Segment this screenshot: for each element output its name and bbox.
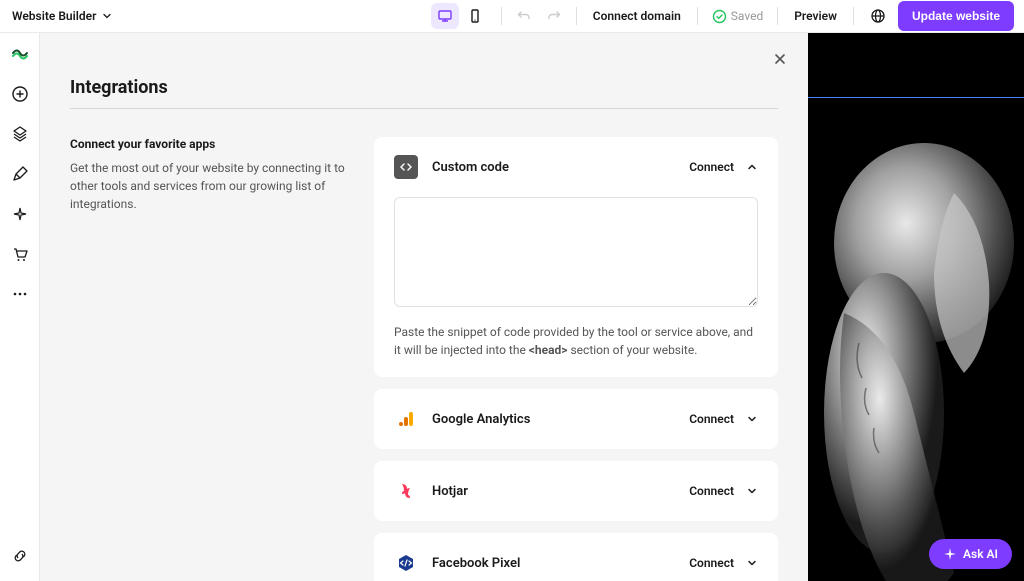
card-title: Google Analytics — [432, 412, 530, 427]
card-left: Custom code — [394, 155, 509, 179]
plus-circle-icon — [11, 85, 29, 103]
redo-button[interactable] — [542, 4, 566, 28]
code-hint: Paste the snippet of code provided by th… — [394, 323, 758, 359]
mobile-view-button[interactable] — [461, 3, 489, 29]
desktop-view-button[interactable] — [431, 3, 459, 29]
divider — [501, 7, 502, 25]
facebook-pixel-icon — [394, 551, 418, 575]
saved-label: Saved — [731, 9, 763, 23]
integrations-panel: Integrations Connect your favorite apps … — [40, 33, 808, 581]
hotjar-card: Hotjar Connect — [374, 461, 778, 521]
undo-button[interactable] — [512, 4, 536, 28]
sidebar-bottom — [0, 545, 39, 567]
redo-icon — [547, 9, 561, 23]
connect-label: Connect — [689, 484, 734, 498]
logo-icon[interactable] — [9, 43, 31, 65]
more-button[interactable] — [9, 283, 31, 305]
connect-label: Connect — [689, 556, 734, 570]
code-textarea[interactable] — [394, 197, 758, 307]
left-heading: Connect your favorite apps — [70, 137, 350, 151]
sidebar — [0, 33, 40, 581]
card-header[interactable]: Custom code Connect — [394, 155, 758, 179]
connect-domain-button[interactable]: Connect domain — [587, 9, 687, 23]
card-right: Connect — [689, 484, 758, 498]
card-right: Connect — [689, 412, 758, 426]
ask-ai-label: Ask AI — [963, 547, 998, 561]
card-header[interactable]: Google Analytics Connect — [394, 407, 758, 431]
close-icon — [773, 52, 787, 66]
card-left: Google Analytics — [394, 407, 530, 431]
view-toggle — [429, 1, 491, 31]
preview-image — [808, 133, 1024, 581]
preview-area — [808, 33, 1024, 581]
desktop-icon — [437, 8, 453, 24]
divider — [777, 7, 778, 25]
divider — [853, 7, 854, 25]
chevron-down-icon — [102, 11, 112, 21]
dots-icon — [11, 285, 29, 303]
panel-columns: Connect your favorite apps Get the most … — [70, 137, 778, 581]
globe-button[interactable] — [864, 2, 892, 30]
card-title: Hotjar — [432, 484, 468, 499]
panel-left: Connect your favorite apps Get the most … — [70, 137, 350, 581]
custom-code-card: Custom code Connect Paste the snippet of… — [374, 137, 778, 377]
header-right: Connect domain Saved Preview Update webs… — [429, 1, 1014, 31]
chevron-down-icon — [746, 557, 758, 569]
sparkle-button[interactable] — [9, 203, 31, 225]
divider — [70, 108, 778, 109]
connect-label: Connect — [689, 160, 734, 174]
panel-right: Custom code Connect Paste the snippet of… — [374, 137, 778, 581]
divider — [697, 7, 698, 25]
left-description: Get the most out of your website by conn… — [70, 159, 350, 213]
selection-line — [808, 97, 1024, 98]
builder-dropdown[interactable]: Website Builder — [10, 5, 114, 27]
card-left: Facebook Pixel — [394, 551, 520, 575]
close-button[interactable] — [768, 47, 792, 71]
chevron-up-icon — [746, 161, 758, 173]
cart-button[interactable] — [9, 243, 31, 265]
card-header[interactable]: Facebook Pixel Connect — [394, 551, 758, 575]
card-left: Hotjar — [394, 479, 468, 503]
header-left: Website Builder — [10, 5, 114, 27]
sparkle-icon — [943, 547, 957, 561]
body: Integrations Connect your favorite apps … — [0, 33, 1024, 581]
add-button[interactable] — [9, 83, 31, 105]
layers-button[interactable] — [9, 123, 31, 145]
mobile-icon — [467, 8, 483, 24]
layers-icon — [11, 125, 29, 143]
saved-status: Saved — [708, 9, 767, 24]
connect-label: Connect — [689, 412, 734, 426]
chevron-down-icon — [746, 413, 758, 425]
link-button[interactable] — [9, 545, 31, 567]
google-analytics-card: Google Analytics Connect — [374, 389, 778, 449]
card-right: Connect — [689, 556, 758, 570]
pen-icon — [11, 165, 29, 183]
ask-ai-button[interactable]: Ask AI — [929, 539, 1012, 569]
hotjar-icon — [394, 479, 418, 503]
cart-icon — [11, 245, 29, 263]
header: Website Builder Connect domain Saved Pre… — [0, 0, 1024, 33]
link-icon — [11, 547, 29, 565]
globe-icon — [870, 8, 886, 24]
check-circle-icon — [712, 9, 727, 24]
update-website-button[interactable]: Update website — [898, 1, 1014, 31]
card-right: Connect — [689, 160, 758, 174]
code-icon — [394, 155, 418, 179]
google-analytics-icon — [394, 407, 418, 431]
panel-title: Integrations — [70, 77, 778, 98]
builder-title: Website Builder — [12, 9, 96, 23]
card-header[interactable]: Hotjar Connect — [394, 479, 758, 503]
divider — [576, 7, 577, 25]
card-title: Custom code — [432, 160, 509, 175]
undo-icon — [517, 9, 531, 23]
sparkle-icon — [11, 205, 29, 223]
design-button[interactable] — [9, 163, 31, 185]
facebook-pixel-card: Facebook Pixel Connect — [374, 533, 778, 581]
card-title: Facebook Pixel — [432, 556, 520, 571]
chevron-down-icon — [746, 485, 758, 497]
preview-button[interactable]: Preview — [788, 9, 843, 23]
